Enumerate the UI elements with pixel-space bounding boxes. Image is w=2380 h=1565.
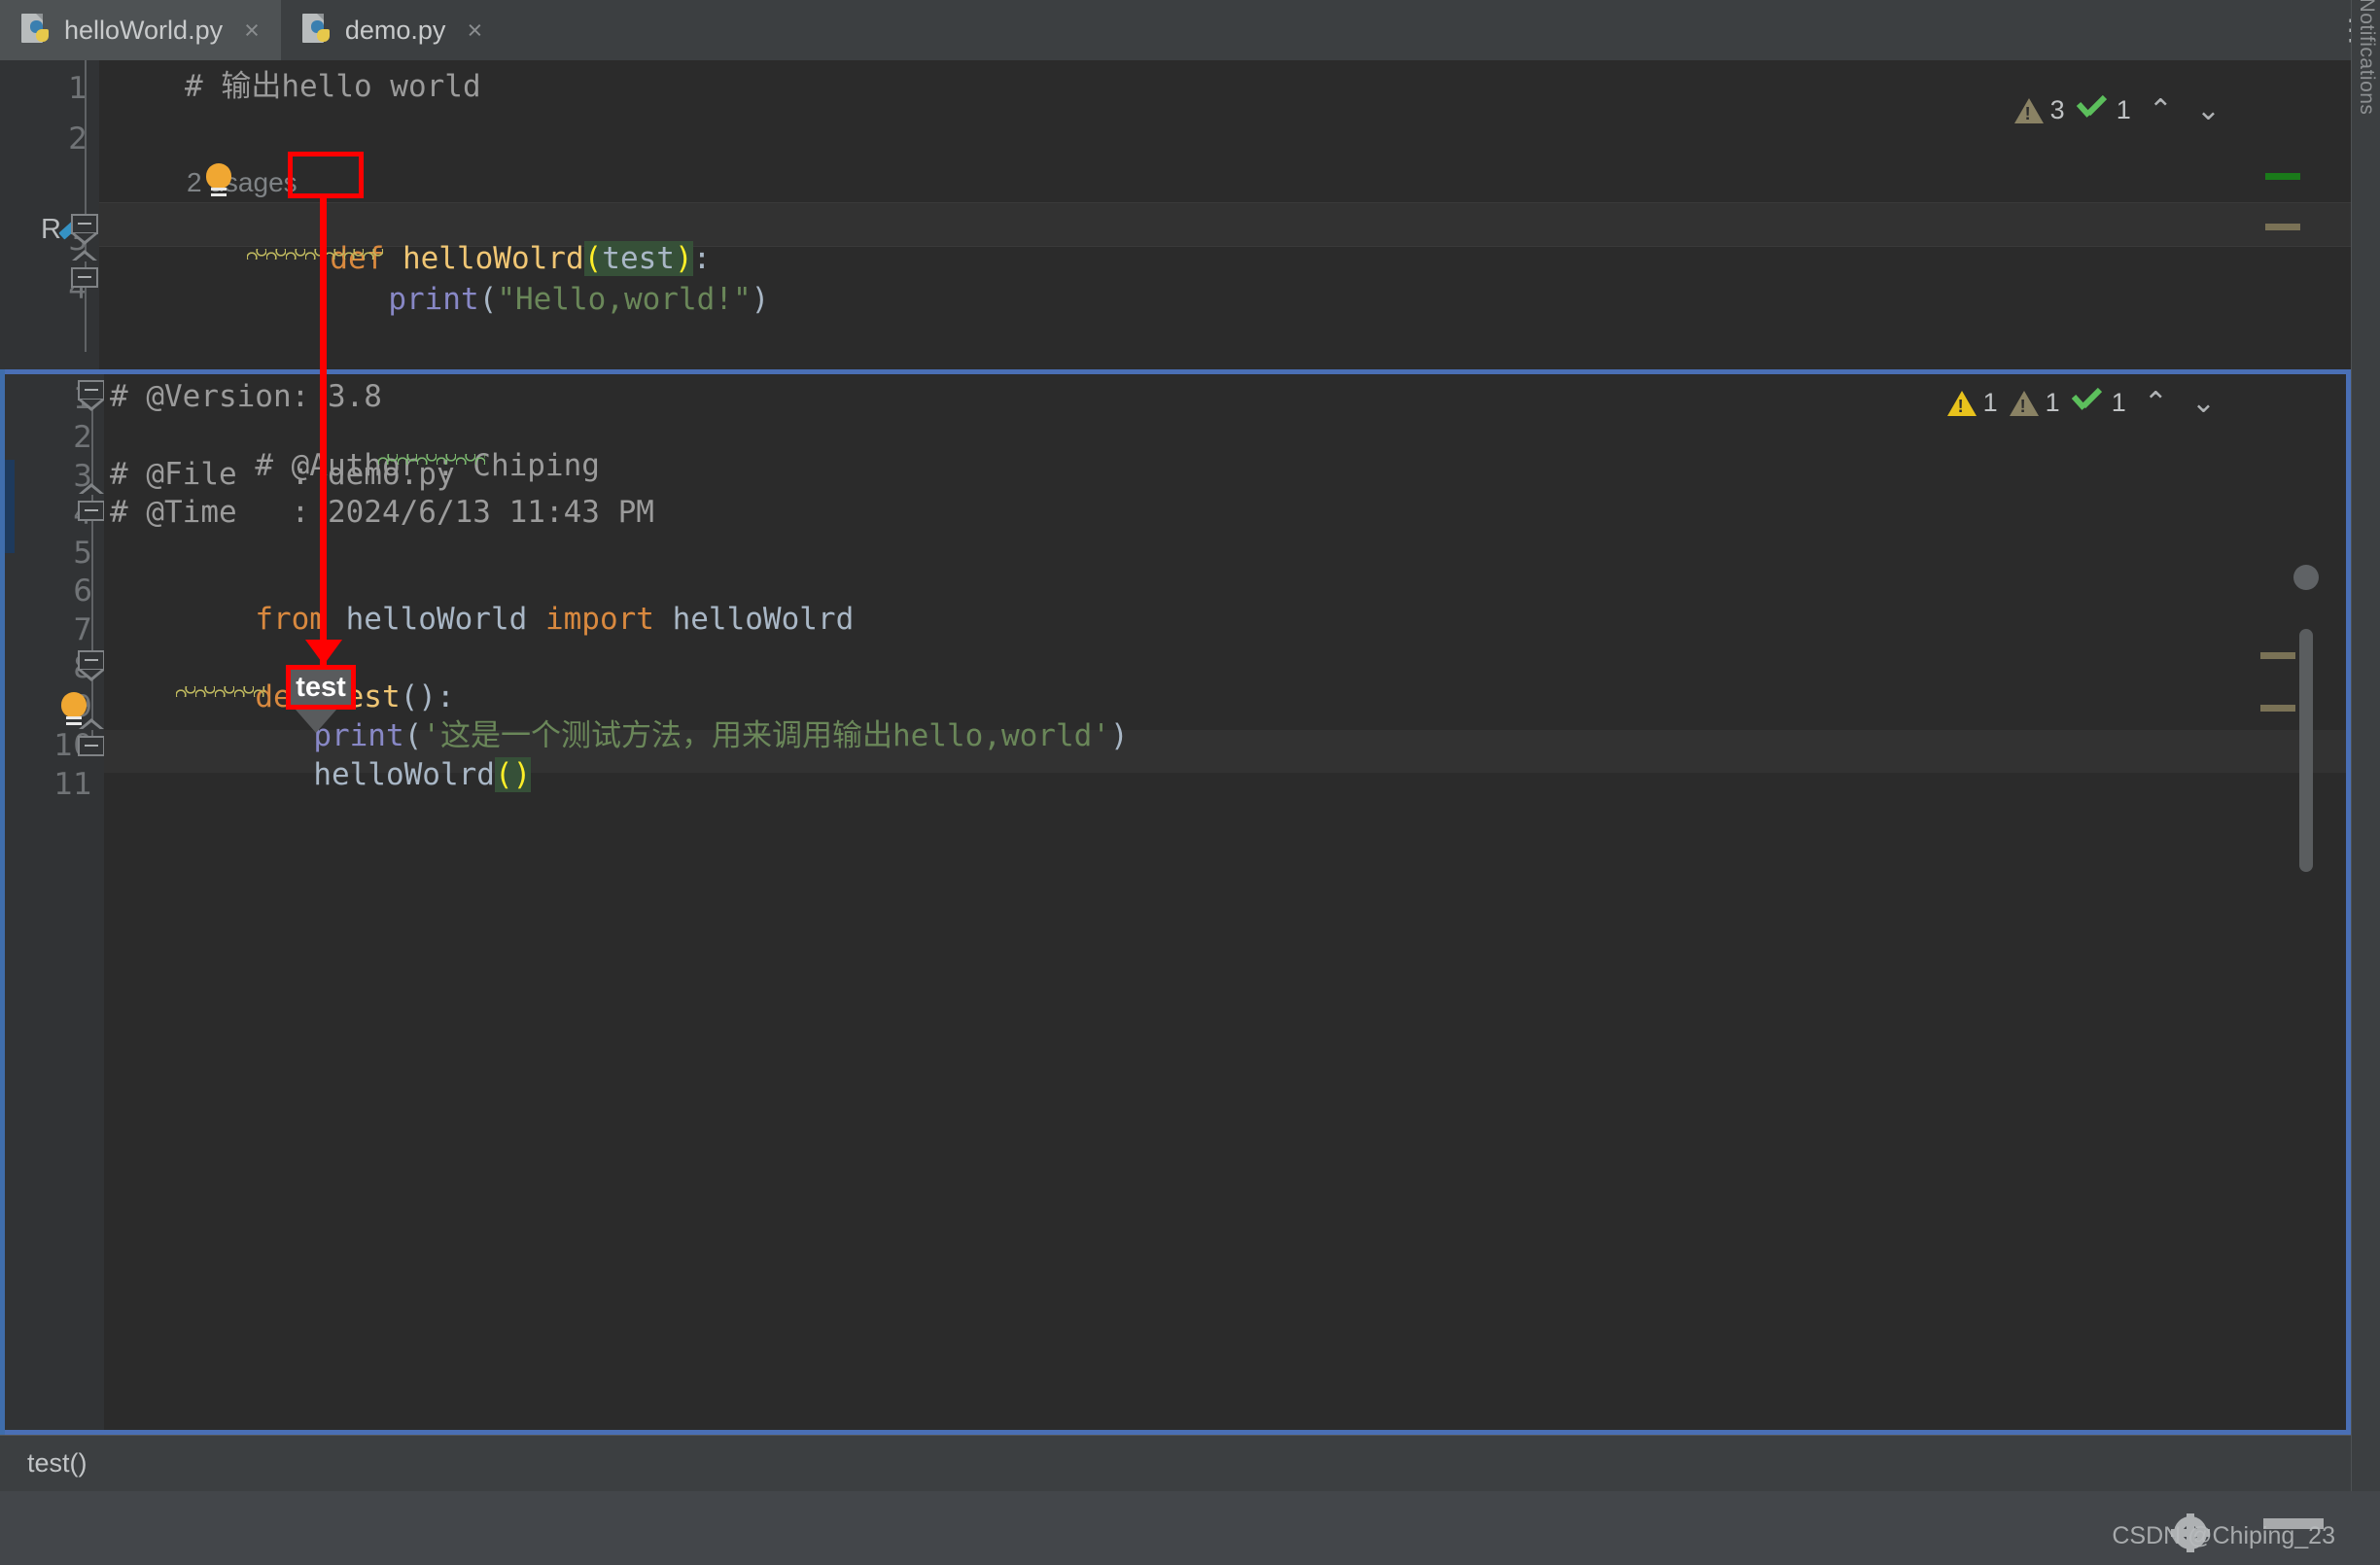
- annotation-callout-pointer: [296, 710, 336, 733]
- warning-triangle-icon: [1946, 390, 1977, 417]
- tab-label: demo.py: [344, 15, 446, 45]
- fold-marker-icon[interactable]: [78, 380, 107, 411]
- annotation-connector-line: [320, 198, 327, 677]
- previous-problem-chevron-icon[interactable]: ⌃: [2143, 95, 2179, 125]
- tab-close-icon[interactable]: ×: [467, 17, 482, 44]
- code-area-editor1[interactable]: # 输出hello world 2 usages def helloWolrd(…: [99, 60, 2351, 369]
- scrollbar-marker[interactable]: [2260, 652, 2295, 659]
- editor-tab-bar: helloWorld.py × demo.py × ⋮: [0, 0, 2380, 60]
- paren-open: (: [478, 282, 498, 317]
- warning-triangle-icon: [2013, 97, 2044, 124]
- notifications-strip[interactable]: Notifications: [2351, 0, 2380, 1565]
- keyword-from: from: [255, 602, 328, 637]
- annotation-highlight-box: [288, 152, 364, 198]
- annotation-callout: test: [286, 665, 356, 710]
- marker-strip-editor1[interactable]: [2259, 60, 2322, 369]
- scrollbar-marker[interactable]: [2265, 173, 2300, 180]
- inspection-widget-editor2[interactable]: 1 1 1 ⌃ ⌄: [1946, 387, 2222, 418]
- inspection-widget-editor1[interactable]: 3 1 ⌃ ⌄: [2013, 94, 2226, 125]
- usages-inlay-hint[interactable]: 2 usages: [187, 167, 298, 198]
- lightbulb-intention-icon[interactable]: [206, 163, 231, 196]
- builtin-print: print: [388, 282, 479, 317]
- warning-count: 3: [2049, 95, 2065, 124]
- watermark-text: CSDN @Chiping_23: [2112, 1522, 2335, 1549]
- next-problem-chevron-icon[interactable]: ⌄: [2186, 388, 2222, 418]
- paren-close: ): [1109, 718, 1129, 753]
- string-literal: "Hello,world!": [497, 282, 752, 317]
- focus-indicator: [5, 460, 15, 553]
- tab-helloworld-py[interactable]: helloWorld.py ×: [0, 0, 281, 60]
- annotation-arrowhead: [305, 640, 342, 665]
- code-area-editor2[interactable]: # @Version: 3.8 # @Author : Chiping # @F…: [104, 374, 2346, 1430]
- status-bar: [0, 1491, 2380, 1565]
- breadcrumb-item[interactable]: test(): [27, 1448, 88, 1478]
- tab-demo-py[interactable]: demo.py ×: [281, 0, 504, 60]
- ok-count-group[interactable]: 1: [2076, 94, 2131, 125]
- code-line-1: # 输出hello world: [185, 69, 481, 104]
- previous-problem-chevron-icon[interactable]: ⌃: [2138, 388, 2174, 418]
- typo-word: Chiping: [472, 448, 600, 483]
- python-file-icon: [21, 14, 51, 47]
- paren-pair-highlight: (): [494, 757, 532, 792]
- fold-marker-icon[interactable]: [78, 718, 107, 757]
- inspections-ok-icon: [2076, 94, 2110, 124]
- notifications-label: Notifications: [2355, 0, 2378, 116]
- warning-count-group[interactable]: 3: [2013, 95, 2065, 125]
- fold-marker-icon[interactable]: [78, 483, 107, 522]
- scrollbar-marker[interactable]: [2260, 705, 2295, 712]
- warning-yellow-group[interactable]: 1: [1946, 388, 1998, 418]
- ok-count: 1: [2111, 388, 2126, 417]
- editor-focus-border-left: [0, 369, 5, 1435]
- keyword-import: import: [544, 602, 654, 637]
- breadcrumb[interactable]: test(): [0, 1435, 2351, 1491]
- code-line-1: # @Version: 3.8: [110, 379, 382, 414]
- next-problem-chevron-icon[interactable]: ⌄: [2190, 95, 2226, 125]
- paren-close: ): [751, 282, 770, 317]
- editor-demo-py[interactable]: 1 2 3 4 5 6 7 8 9 10 11: [0, 369, 2351, 1435]
- imported-name: helloWolrd: [672, 602, 855, 637]
- marker-strip-editor2[interactable]: [2255, 374, 2317, 1430]
- called-function-name: helloWolrd: [313, 757, 495, 792]
- warning-yellow-count: 1: [1982, 388, 1998, 417]
- tab-label: helloWorld.py: [64, 15, 224, 45]
- code-line-10: helloWolrd(): [168, 730, 532, 820]
- code-line-4: # @Time : 2024/6/13 11:43 PM: [110, 495, 654, 530]
- code-line-3: # @File : demo.py: [110, 457, 455, 492]
- ide-window: helloWorld.py × demo.py × ⋮ Notification…: [0, 0, 2380, 1565]
- weak-warning-triangle-icon: [2009, 390, 2039, 417]
- ok-count: 1: [2116, 95, 2131, 124]
- warning-tan-count: 1: [2045, 388, 2060, 417]
- tab-close-icon[interactable]: ×: [244, 17, 260, 44]
- ok-count-group[interactable]: 1: [2071, 387, 2126, 418]
- fold-marker-icon[interactable]: [71, 250, 100, 289]
- scrollbar-marker[interactable]: [2265, 224, 2300, 230]
- annotation-callout-label: test: [296, 671, 346, 703]
- module-name: helloWorld: [345, 602, 528, 637]
- editor-helloworld-py[interactable]: 1 2 3 4 R # 输出hello world 2 usages hello…: [0, 60, 2351, 369]
- fold-marker-icon[interactable]: [78, 650, 107, 681]
- fold-strip-editor1[interactable]: [68, 60, 103, 369]
- warning-tan-group[interactable]: 1: [2009, 388, 2060, 418]
- inspections-ok-icon: [2071, 387, 2105, 417]
- fold-marker-icon[interactable]: [71, 214, 100, 245]
- python-file-icon: [301, 14, 332, 47]
